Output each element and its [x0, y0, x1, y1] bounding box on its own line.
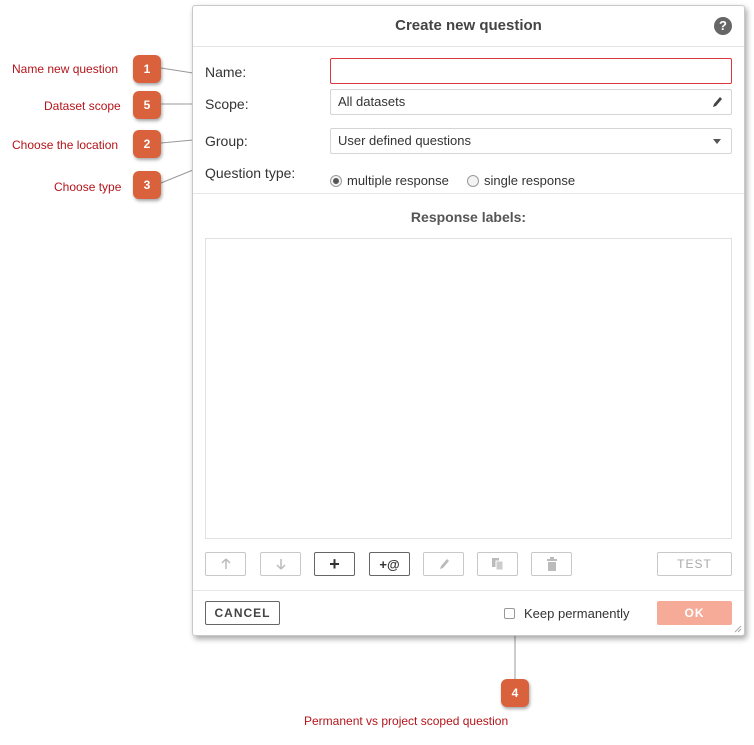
help-icon[interactable]: ?	[714, 17, 732, 35]
annotation-text-permanent: Permanent vs project scoped question	[304, 714, 509, 728]
arrow-up-icon	[220, 558, 231, 569]
ok-button[interactable]: OK	[657, 601, 732, 625]
name-input[interactable]	[330, 58, 732, 84]
radio-multiple-label: multiple response	[347, 173, 449, 188]
group-dropdown[interactable]: User defined questions	[330, 128, 732, 154]
group-value: User defined questions	[338, 133, 471, 148]
scope-label: Scope:	[205, 96, 249, 112]
add-label-button[interactable]: +	[314, 552, 355, 576]
radio-single-label: single response	[484, 173, 576, 188]
radio-selected-icon	[330, 174, 342, 187]
annotation-badge-5: 5	[133, 91, 161, 119]
annotation-badge-4: 4	[501, 679, 529, 707]
edit-pencil-icon[interactable]	[711, 95, 723, 109]
cancel-button[interactable]: CANCEL	[205, 601, 280, 625]
copy-label-button[interactable]	[477, 552, 518, 576]
keep-permanently-checkbox[interactable]: Keep permanently	[504, 606, 630, 621]
response-labels-title: Response labels:	[410, 209, 527, 225]
section-divider	[193, 193, 744, 194]
checkbox-icon	[504, 608, 515, 619]
scope-value: All datasets	[338, 94, 406, 109]
annotation-badge-3: 3	[133, 171, 161, 199]
test-button[interactable]: TEST	[657, 552, 732, 576]
create-question-dialog: Create new question ? Name: Scope: All d…	[192, 5, 745, 636]
move-down-button[interactable]	[260, 552, 301, 576]
group-label: Group:	[205, 133, 248, 149]
response-labels-list[interactable]	[205, 238, 732, 539]
arrow-down-icon	[275, 559, 286, 570]
copy-icon	[491, 558, 503, 571]
trash-icon	[546, 557, 557, 571]
dialog-title: Create new question	[193, 6, 744, 47]
annotation-text-group: Choose the location	[12, 138, 119, 152]
radio-unselected-icon	[467, 174, 479, 187]
annotation-text-name: Name new question	[12, 62, 119, 76]
annotation-badge-1: 1	[133, 55, 161, 83]
annotation-text-type: Choose type	[54, 180, 122, 194]
radio-multiple-response[interactable]: multiple response	[330, 173, 449, 188]
name-label: Name:	[205, 64, 247, 80]
question-type-label: Question type:	[205, 165, 296, 181]
keep-permanently-label: Keep permanently	[524, 606, 630, 621]
resize-grip-icon[interactable]	[732, 623, 742, 633]
radio-single-response[interactable]: single response	[467, 173, 575, 188]
move-up-button[interactable]	[205, 552, 246, 576]
delete-label-button[interactable]	[531, 552, 572, 576]
pencil-icon	[439, 559, 449, 569]
annotation-badge-2: 2	[133, 130, 161, 158]
annotation-text-scope: Dataset scope	[44, 99, 121, 113]
scope-field[interactable]: All datasets	[330, 89, 732, 115]
edit-label-button[interactable]	[423, 552, 464, 576]
footer-divider	[193, 590, 744, 591]
add-at-button[interactable]: +@	[369, 552, 410, 576]
chevron-down-icon	[713, 139, 721, 144]
